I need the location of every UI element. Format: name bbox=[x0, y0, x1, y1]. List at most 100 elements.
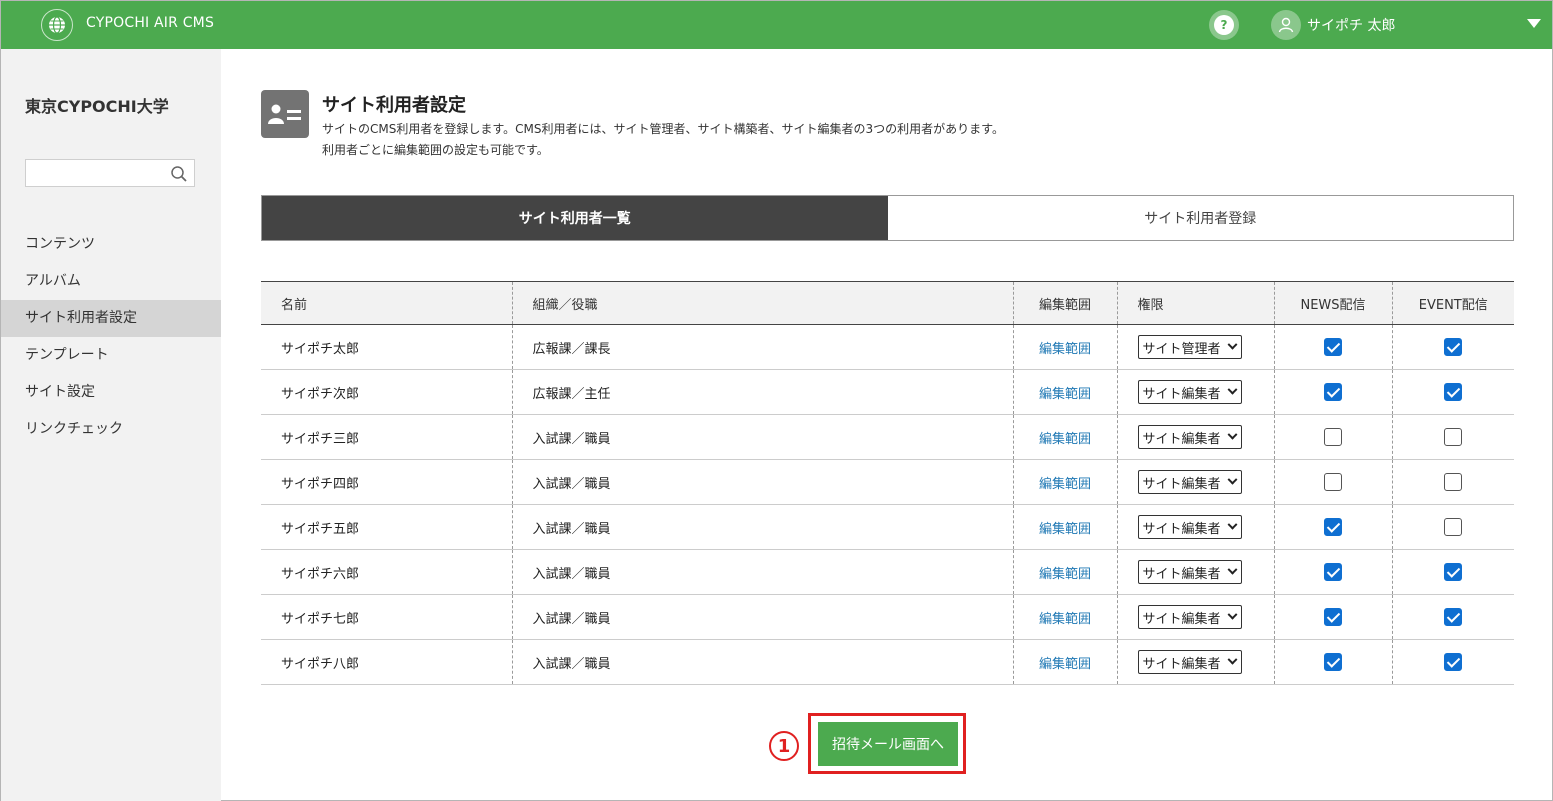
cell-scope: 編集範囲 bbox=[1013, 414, 1118, 460]
page-title: サイト利用者設定 bbox=[322, 95, 466, 116]
cell-scope: 編集範囲 bbox=[1013, 459, 1118, 505]
chevron-down-icon bbox=[1227, 429, 1237, 440]
sidebar-item-album[interactable]: アルバム bbox=[1, 263, 221, 300]
tab-user-register[interactable]: サイト利用者登録 bbox=[887, 196, 1513, 240]
cell-org: 入試課／職員 bbox=[512, 414, 1014, 460]
cell-name: サイポチ七郎 bbox=[261, 594, 513, 640]
cell-role: サイト管理者 bbox=[1117, 324, 1275, 370]
cell-news bbox=[1274, 639, 1393, 685]
cell-role: サイト編集者 bbox=[1117, 369, 1275, 415]
cell-org: 入試課／職員 bbox=[512, 639, 1014, 685]
edit-scope-link[interactable]: 編集範囲 bbox=[1039, 657, 1091, 672]
cell-scope: 編集範囲 bbox=[1013, 549, 1118, 595]
event-checkbox[interactable] bbox=[1444, 473, 1463, 491]
cell-news bbox=[1274, 594, 1393, 640]
org-name: 東京CYPOCHI大学 bbox=[25, 97, 169, 116]
event-checkbox[interactable] bbox=[1444, 608, 1463, 626]
cell-role: サイト編集者 bbox=[1117, 639, 1275, 685]
chevron-down-icon bbox=[1227, 339, 1237, 350]
cell-event bbox=[1392, 459, 1514, 505]
search-icon[interactable] bbox=[170, 165, 188, 183]
tab-user-list[interactable]: サイト利用者一覧 bbox=[262, 196, 888, 240]
role-select[interactable]: サイト編集者 bbox=[1137, 605, 1242, 629]
chevron-down-icon[interactable] bbox=[1527, 19, 1541, 28]
event-checkbox[interactable] bbox=[1444, 563, 1463, 581]
news-checkbox[interactable] bbox=[1324, 338, 1342, 356]
cell-event bbox=[1392, 504, 1514, 550]
chevron-down-icon bbox=[1227, 564, 1237, 575]
sidebar-item-contents[interactable]: コンテンツ bbox=[1, 226, 221, 263]
table-row: サイポチ太郎 広報課／課長 編集範囲 サイト管理者 bbox=[261, 324, 1514, 370]
cell-role: サイト編集者 bbox=[1117, 459, 1275, 505]
role-select-value: サイト編集者 bbox=[1142, 656, 1221, 672]
cell-name: サイポチ六郎 bbox=[261, 549, 513, 595]
table-row: サイポチ八郎 入試課／職員 編集範囲 サイト編集者 bbox=[261, 639, 1514, 685]
edit-scope-link[interactable]: 編集範囲 bbox=[1039, 612, 1091, 627]
header-news: NEWS配信 bbox=[1274, 281, 1393, 325]
news-checkbox[interactable] bbox=[1324, 518, 1342, 536]
cell-role: サイト編集者 bbox=[1117, 549, 1275, 595]
role-select[interactable]: サイト編集者 bbox=[1137, 470, 1242, 494]
edit-scope-link[interactable]: 編集範囲 bbox=[1039, 567, 1091, 582]
edit-scope-link[interactable]: 編集範囲 bbox=[1039, 342, 1091, 357]
news-checkbox[interactable] bbox=[1324, 428, 1342, 446]
help-button[interactable]: ? bbox=[1209, 10, 1239, 40]
table-header-row: 名前 組織／役職 編集範囲 権限 NEWS配信 EVENT配信 bbox=[261, 281, 1514, 325]
globe-logo-icon[interactable] bbox=[41, 9, 73, 41]
role-select[interactable]: サイト編集者 bbox=[1137, 425, 1242, 449]
news-checkbox[interactable] bbox=[1324, 563, 1342, 581]
edit-scope-link[interactable]: 編集範囲 bbox=[1039, 432, 1091, 447]
cell-name: サイポチ太郎 bbox=[261, 324, 513, 370]
sidebar-item-template[interactable]: テンプレート bbox=[1, 337, 221, 374]
cell-org: 広報課／課長 bbox=[512, 324, 1014, 370]
chevron-down-icon bbox=[1227, 519, 1237, 530]
help-icon: ? bbox=[1214, 15, 1234, 35]
header-role: 権限 bbox=[1117, 281, 1275, 325]
news-checkbox[interactable] bbox=[1324, 608, 1342, 626]
edit-scope-link[interactable]: 編集範囲 bbox=[1039, 522, 1091, 537]
role-select-value: サイト編集者 bbox=[1142, 566, 1221, 582]
sidebar-item-site-users[interactable]: サイト利用者設定 bbox=[1, 300, 221, 337]
app-title[interactable]: CYPOCHI AIR CMS bbox=[86, 15, 214, 31]
sidebar-item-link-check[interactable]: リンクチェック bbox=[1, 411, 221, 448]
sidebar-search-input[interactable] bbox=[25, 159, 195, 187]
sidebar-nav: コンテンツ アルバム サイト利用者設定 テンプレート サイト設定 リンクチェック bbox=[1, 226, 221, 448]
cell-scope: 編集範囲 bbox=[1013, 594, 1118, 640]
role-select[interactable]: サイト編集者 bbox=[1137, 560, 1242, 584]
chevron-down-icon bbox=[1227, 384, 1237, 395]
invite-mail-button[interactable]: 招待メール画面へ bbox=[818, 722, 958, 766]
role-select-value: サイト編集者 bbox=[1142, 431, 1221, 447]
cell-org: 広報課／主任 bbox=[512, 369, 1014, 415]
news-checkbox[interactable] bbox=[1324, 473, 1342, 491]
cell-scope: 編集範囲 bbox=[1013, 639, 1118, 685]
chevron-down-icon bbox=[1227, 474, 1237, 485]
table-row: サイポチ七郎 入試課／職員 編集範囲 サイト編集者 bbox=[261, 594, 1514, 640]
event-checkbox[interactable] bbox=[1444, 518, 1463, 536]
header-event: EVENT配信 bbox=[1418, 297, 1488, 313]
cell-event bbox=[1392, 594, 1514, 640]
edit-scope-link[interactable]: 編集範囲 bbox=[1039, 387, 1091, 402]
edit-scope-link[interactable]: 編集範囲 bbox=[1039, 477, 1091, 492]
news-checkbox[interactable] bbox=[1324, 383, 1342, 401]
role-select[interactable]: サイト編集者 bbox=[1137, 515, 1242, 539]
event-checkbox[interactable] bbox=[1444, 383, 1463, 401]
cell-news bbox=[1274, 549, 1393, 595]
cell-org: 入試課／職員 bbox=[512, 549, 1014, 595]
user-name[interactable]: サイポチ 太郎 bbox=[1307, 15, 1395, 35]
role-select[interactable]: サイト編集者 bbox=[1137, 650, 1242, 674]
sidebar-item-site-settings[interactable]: サイト設定 bbox=[1, 374, 221, 411]
role-select[interactable]: サイト編集者 bbox=[1137, 380, 1242, 404]
event-checkbox[interactable] bbox=[1444, 653, 1463, 671]
table-row: サイポチ三郎 入試課／職員 編集範囲 サイト編集者 bbox=[261, 414, 1514, 460]
role-select[interactable]: サイト管理者 bbox=[1137, 335, 1242, 359]
event-checkbox[interactable] bbox=[1444, 428, 1463, 446]
cell-event bbox=[1392, 324, 1514, 370]
role-select-value: サイト編集者 bbox=[1142, 476, 1221, 492]
user-avatar-icon[interactable] bbox=[1271, 10, 1301, 40]
chevron-down-icon bbox=[1227, 609, 1237, 620]
table-row: サイポチ六郎 入試課／職員 編集範囲 サイト編集者 bbox=[261, 549, 1514, 595]
user-table: 名前 組織／役職 編集範囲 権限 NEWS配信 EVENT配信 サイポチ太郎 広… bbox=[261, 281, 1514, 685]
news-checkbox[interactable] bbox=[1324, 653, 1342, 671]
event-checkbox[interactable] bbox=[1444, 338, 1463, 356]
cell-event bbox=[1392, 414, 1514, 460]
